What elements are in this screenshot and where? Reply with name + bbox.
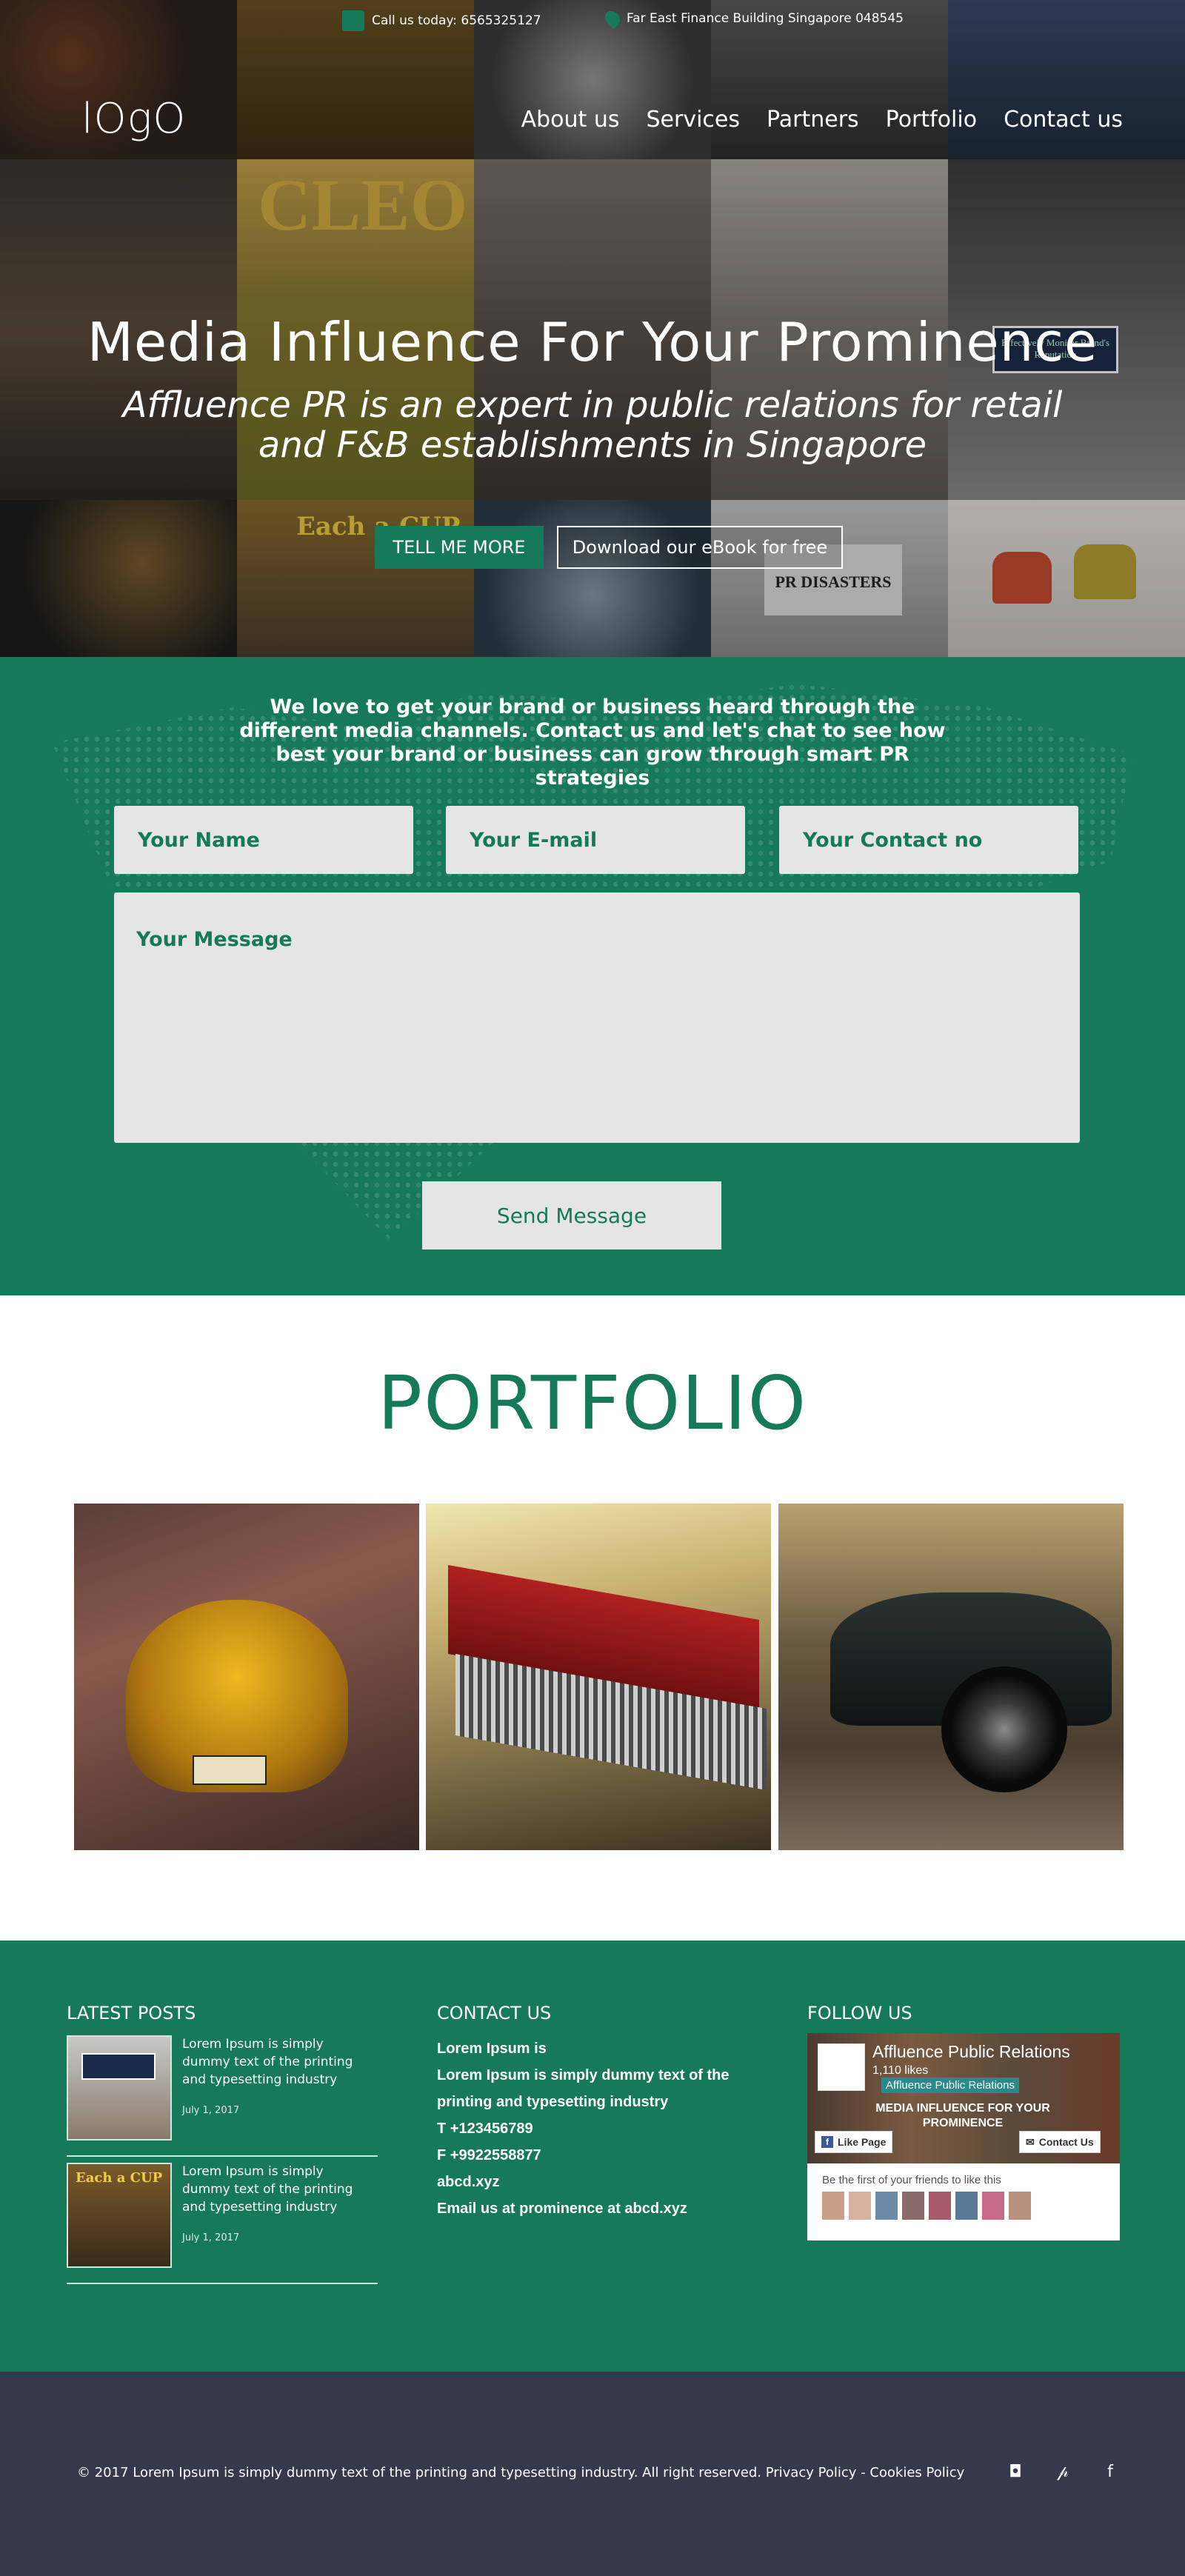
- avatar: [875, 2192, 898, 2220]
- phone-icon: [342, 10, 364, 31]
- avatar: [955, 2192, 978, 2220]
- nav-item-portfolio[interactable]: Portfolio: [886, 107, 977, 133]
- bottom-bar: © 2017 Lorem Ipsum is simply dummy text …: [0, 2372, 1185, 2576]
- address-info: Far East Finance Building Singapore 0485…: [601, 7, 904, 30]
- portfolio-image-vintage-grille[interactable]: [426, 1504, 771, 1850]
- phone-info: Call us today: 6565325127: [342, 10, 541, 31]
- facebook-friend-avatars: [822, 2192, 1031, 2220]
- nav-item-partners[interactable]: Partners: [767, 107, 859, 133]
- hot-rod-wheel: [941, 1666, 1067, 1792]
- facebook-icon: f: [821, 2136, 833, 2148]
- post-thumbnail: [67, 2035, 172, 2140]
- contact-fax: F +9922558877: [437, 2147, 541, 2163]
- copyright-text: © 2017 Lorem Ipsum is simply dummy text …: [77, 2465, 965, 2480]
- portfolio-title: PORTFOLIO: [377, 1360, 808, 1447]
- hero-title: Media Influence For Your Prominence: [87, 311, 1098, 373]
- facebook-cover: Affluence Public Relations 1,110 likes A…: [807, 2033, 1120, 2163]
- latest-post-2[interactable]: Each a CUP Lorem Ipsum is simply dummy t…: [67, 2163, 378, 2289]
- hero-subtitle: Affluence PR is an expert in public rela…: [122, 384, 1063, 466]
- pinterest-icon[interactable]: 𝓅: [1052, 2460, 1074, 2483]
- name-input[interactable]: Your Name: [114, 806, 413, 874]
- contact-line: Lorem Ipsum is: [437, 2041, 547, 2057]
- like-page-label: Like Page: [838, 2136, 887, 2148]
- mail-icon: ✉: [1026, 2135, 1035, 2148]
- main-nav: About us Services Partners Portfolio Con…: [521, 107, 1123, 133]
- post-title[interactable]: Lorem Ipsum is simply dummy text of the …: [182, 2035, 367, 2089]
- portfolio-image-hot-rod[interactable]: [778, 1504, 1124, 1850]
- message-textarea[interactable]: Your Message: [114, 892, 1080, 1143]
- license-plate: [193, 1755, 267, 1785]
- latest-posts-heading: LATEST POSTS: [67, 2003, 196, 2023]
- phone-text: Call us today: 6565325127: [372, 13, 541, 28]
- facebook-page-name[interactable]: Affluence Public Relations: [872, 2042, 1070, 2062]
- facebook-page-logo: [818, 2043, 865, 2091]
- contact-line: Lorem Ipsum is simply dummy text of the: [437, 2067, 730, 2083]
- latest-post-1[interactable]: Lorem Ipsum is simply dummy text of the …: [67, 2035, 378, 2161]
- contact-us-label: Contact Us: [1038, 2136, 1094, 2148]
- download-ebook-button[interactable]: Download our eBook for free: [557, 526, 843, 569]
- contact-us-heading: CONTACT US: [437, 2003, 552, 2023]
- contact-form-section: We love to get your brand or business he…: [0, 657, 1185, 1295]
- send-message-button[interactable]: Send Message: [422, 1181, 721, 1249]
- email-input[interactable]: Your E-mail: [446, 806, 745, 874]
- footer: LATEST POSTS Lorem Ipsum is simply dummy…: [0, 1941, 1185, 2372]
- nav-item-services[interactable]: Services: [646, 107, 740, 133]
- contact-email[interactable]: Email us at prominence at abcd.xyz: [437, 2195, 730, 2222]
- contact-phone: T +123456789: [437, 2120, 533, 2137]
- thumbnail-monitor-sign: [81, 2053, 156, 2080]
- facebook-tag: Affluence Public Relations: [881, 2078, 1019, 2093]
- thumbnail-cafe-sign: Each a CUP: [76, 2170, 163, 2186]
- post-date: July 1, 2017: [182, 2105, 240, 2116]
- facebook-widget[interactable]: Affluence Public Relations 1,110 likes A…: [807, 2033, 1120, 2240]
- post-thumbnail: Each a CUP: [67, 2163, 172, 2268]
- avatar: [902, 2192, 924, 2220]
- site-logo[interactable]: lOgO: [81, 95, 186, 143]
- facebook-likes: 1,110 likes: [872, 2064, 929, 2077]
- tell-me-more-button[interactable]: TELL ME MORE: [375, 526, 544, 569]
- instagram-icon[interactable]: ◘: [1004, 2460, 1027, 2483]
- hero-section: CLEO Effectively Monitor Brand's Reputat…: [0, 0, 1185, 657]
- avatar: [849, 2192, 871, 2220]
- contact-intro: We love to get your brand or business he…: [239, 695, 946, 790]
- post-divider: [67, 2283, 378, 2284]
- facebook-friends-text: Be the first of your friends to like thi…: [822, 2174, 1001, 2186]
- portfolio-image-yellow-beetle[interactable]: [74, 1504, 419, 1850]
- facebook-banner-text: MEDIA INFLUENCE FOR YOUR PROMINENCE: [875, 2102, 1050, 2129]
- post-date: July 1, 2017: [182, 2232, 240, 2243]
- facebook-icon[interactable]: f: [1099, 2460, 1121, 2483]
- avatar: [929, 2192, 951, 2220]
- top-info-bar: Call us today: 6565325127 Far East Finan…: [0, 7, 1185, 33]
- contact-website[interactable]: abcd.xyz: [437, 2169, 730, 2195]
- contact-number-input[interactable]: Your Contact no: [779, 806, 1078, 874]
- post-divider: [67, 2155, 378, 2157]
- facebook-like-page-button[interactable]: f Like Page: [815, 2131, 893, 2153]
- nav-item-about[interactable]: About us: [521, 107, 620, 133]
- contact-line: printing and typesetting industry: [437, 2094, 669, 2110]
- nav-item-contact[interactable]: Contact us: [1004, 107, 1123, 133]
- address-text: Far East Finance Building Singapore 0485…: [627, 11, 904, 26]
- avatar: [822, 2192, 844, 2220]
- contact-details: Lorem Ipsum is Lorem Ipsum is simply dum…: [437, 2035, 730, 2222]
- avatar: [982, 2192, 1004, 2220]
- facebook-contact-button[interactable]: ✉ Contact Us: [1019, 2131, 1101, 2153]
- location-pin-icon: [601, 7, 624, 30]
- follow-us-heading: FOLLOW US: [807, 2003, 912, 2023]
- post-title[interactable]: Lorem Ipsum is simply dummy text of the …: [182, 2163, 367, 2216]
- avatar: [1009, 2192, 1031, 2220]
